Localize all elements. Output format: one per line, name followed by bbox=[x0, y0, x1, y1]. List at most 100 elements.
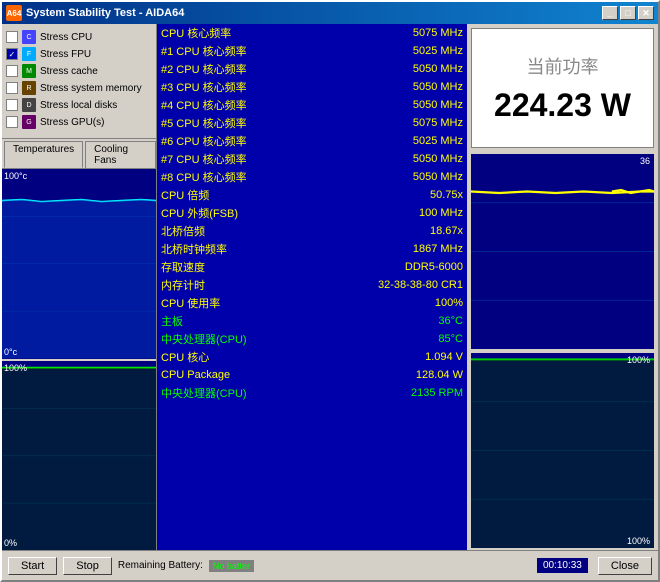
row-label-16: 主板 bbox=[157, 312, 343, 330]
table-row: #4 CPU 核心频率 5050 MHz bbox=[157, 96, 467, 114]
row-value-4: 5050 MHz bbox=[343, 96, 467, 114]
table-row: #2 CPU 核心频率 5050 MHz bbox=[157, 60, 467, 78]
tab-area: Temperatures Cooling Fans bbox=[2, 139, 156, 169]
stress-gpu-checkbox[interactable] bbox=[6, 116, 18, 128]
stress-fpu-checkbox[interactable] bbox=[6, 48, 18, 60]
tab-cooling-fans[interactable]: Cooling Fans bbox=[85, 141, 156, 168]
stress-gpu-label: Stress GPU(s) bbox=[40, 117, 104, 128]
temp-chart-svg bbox=[2, 169, 156, 359]
row-value-10: 100 MHz bbox=[343, 204, 467, 222]
row-label-19: CPU Package bbox=[157, 366, 343, 384]
close-button[interactable]: Close bbox=[598, 557, 652, 575]
row-label-11: 北桥倍频 bbox=[157, 222, 343, 240]
stop-button[interactable]: Stop bbox=[63, 557, 112, 575]
stress-disk-option[interactable]: D Stress local disks bbox=[6, 98, 152, 112]
row-label-7: #7 CPU 核心频率 bbox=[157, 150, 343, 168]
row-label-1: #1 CPU 核心频率 bbox=[157, 42, 343, 60]
stress-options: C Stress CPU F Stress FPU M Stress cache… bbox=[2, 24, 156, 139]
stress-cache-label: Stress cache bbox=[40, 66, 98, 77]
row-label-8: #8 CPU 核心频率 bbox=[157, 168, 343, 186]
row-label-0: CPU 核心频率 bbox=[157, 24, 343, 42]
row-value-14: 32-38-38-80 CR1 bbox=[343, 276, 467, 294]
row-value-1: 5025 MHz bbox=[343, 42, 467, 60]
table-row: CPU 核心 1.094 V bbox=[157, 348, 467, 366]
table-row: CPU 倍频 50.75x bbox=[157, 186, 467, 204]
table-row: 内存计时 32-38-38-80 CR1 bbox=[157, 276, 467, 294]
stress-disk-icon: D bbox=[22, 98, 36, 112]
row-value-9: 50.75x bbox=[343, 186, 467, 204]
table-row: #1 CPU 核心频率 5025 MHz bbox=[157, 42, 467, 60]
maximize-button[interactable]: □ bbox=[620, 6, 636, 20]
row-value-0: 5075 MHz bbox=[343, 24, 467, 42]
row-value-15: 100% bbox=[343, 294, 467, 312]
row-value-12: 1867 MHz bbox=[343, 240, 467, 258]
left-panel: C Stress CPU F Stress FPU M Stress cache… bbox=[2, 24, 157, 550]
left-temp-chart: 100°c 0°c bbox=[2, 169, 156, 359]
stress-cache-option[interactable]: M Stress cache bbox=[6, 64, 152, 78]
stress-fpu-icon: F bbox=[22, 47, 36, 61]
row-value-16: 36°C bbox=[343, 312, 467, 330]
right-temp-chart: 36 bbox=[471, 154, 654, 349]
row-value-3: 5050 MHz bbox=[343, 78, 467, 96]
main-window: A64 System Stability Test - AIDA64 _ □ ✕… bbox=[0, 0, 660, 582]
usage-chart-top-label: 100% bbox=[4, 363, 27, 373]
stress-memory-icon: R bbox=[22, 81, 36, 95]
stress-cpu-option[interactable]: C Stress CPU bbox=[6, 30, 152, 44]
right-usage-bottom-label: 100% bbox=[627, 536, 650, 546]
right-usage-top-label: 100% bbox=[627, 355, 650, 365]
tab-temperatures[interactable]: Temperatures bbox=[4, 141, 83, 168]
row-label-6: #6 CPU 核心频率 bbox=[157, 132, 343, 150]
table-row: #5 CPU 核心频率 5075 MHz bbox=[157, 114, 467, 132]
table-row: 中央处理器(CPU) 2135 RPM bbox=[157, 384, 467, 402]
right-temp-top-label: 36 bbox=[640, 156, 650, 166]
power-label: 当前功率 bbox=[527, 53, 599, 79]
row-label-18: CPU 核心 bbox=[157, 348, 343, 366]
table-row: 北桥倍频 18.67x bbox=[157, 222, 467, 240]
table-row: 北桥时钟频率 1867 MHz bbox=[157, 240, 467, 258]
right-panel: 当前功率 224.23 W 36 100% 100% bbox=[467, 24, 658, 550]
stress-gpu-option[interactable]: G Stress GPU(s) bbox=[6, 115, 152, 129]
usage-chart-bottom-label: 0% bbox=[4, 538, 17, 548]
window-title: System Stability Test - AIDA64 bbox=[26, 7, 184, 19]
stress-cpu-label: Stress CPU bbox=[40, 32, 92, 43]
table-row: #8 CPU 核心频率 5050 MHz bbox=[157, 168, 467, 186]
power-display: 当前功率 224.23 W bbox=[471, 28, 654, 148]
minimize-button[interactable]: _ bbox=[602, 6, 618, 20]
row-value-18: 1.094 V bbox=[343, 348, 467, 366]
stress-fpu-label: Stress FPU bbox=[40, 49, 91, 60]
right-usage-chart-svg bbox=[471, 353, 654, 548]
table-row: #6 CPU 核心频率 5025 MHz bbox=[157, 132, 467, 150]
stress-memory-label: Stress system memory bbox=[40, 83, 142, 94]
start-button[interactable]: Start bbox=[8, 557, 57, 575]
row-value-2: 5050 MHz bbox=[343, 60, 467, 78]
stress-cache-checkbox[interactable] bbox=[6, 65, 18, 77]
middle-panel: CPU 核心频率 5075 MHz #1 CPU 核心频率 5025 MHz #… bbox=[157, 24, 467, 550]
row-value-17: 85°C bbox=[343, 330, 467, 348]
battery-status-badge: No batter bbox=[209, 560, 254, 572]
stress-memory-option[interactable]: R Stress system memory bbox=[6, 81, 152, 95]
row-value-13: DDR5-6000 bbox=[343, 258, 467, 276]
row-label-3: #3 CPU 核心频率 bbox=[157, 78, 343, 96]
right-usage-chart: 100% 100% bbox=[471, 353, 654, 548]
row-value-5: 5075 MHz bbox=[343, 114, 467, 132]
stress-fpu-option[interactable]: F Stress FPU bbox=[6, 47, 152, 61]
title-bar: A64 System Stability Test - AIDA64 _ □ ✕ bbox=[2, 2, 658, 24]
table-row: CPU 外频(FSB) 100 MHz bbox=[157, 204, 467, 222]
table-row: CPU Package 128.04 W bbox=[157, 366, 467, 384]
table-row: 主板 36°C bbox=[157, 312, 467, 330]
row-value-6: 5025 MHz bbox=[343, 132, 467, 150]
temp-chart-bottom-label: 0°c bbox=[4, 347, 17, 357]
row-label-17: 中央处理器(CPU) bbox=[157, 330, 343, 348]
stress-disk-checkbox[interactable] bbox=[6, 99, 18, 111]
table-row: #7 CPU 核心频率 5050 MHz bbox=[157, 150, 467, 168]
power-value: 224.23 W bbox=[494, 87, 631, 124]
table-row: CPU 使用率 100% bbox=[157, 294, 467, 312]
row-value-19: 128.04 W bbox=[343, 366, 467, 384]
row-label-4: #4 CPU 核心频率 bbox=[157, 96, 343, 114]
row-value-7: 5050 MHz bbox=[343, 150, 467, 168]
stress-cpu-icon: C bbox=[22, 30, 36, 44]
close-window-button[interactable]: ✕ bbox=[638, 6, 654, 20]
app-icon: A64 bbox=[6, 5, 22, 21]
stress-cpu-checkbox[interactable] bbox=[6, 31, 18, 43]
stress-memory-checkbox[interactable] bbox=[6, 82, 18, 94]
